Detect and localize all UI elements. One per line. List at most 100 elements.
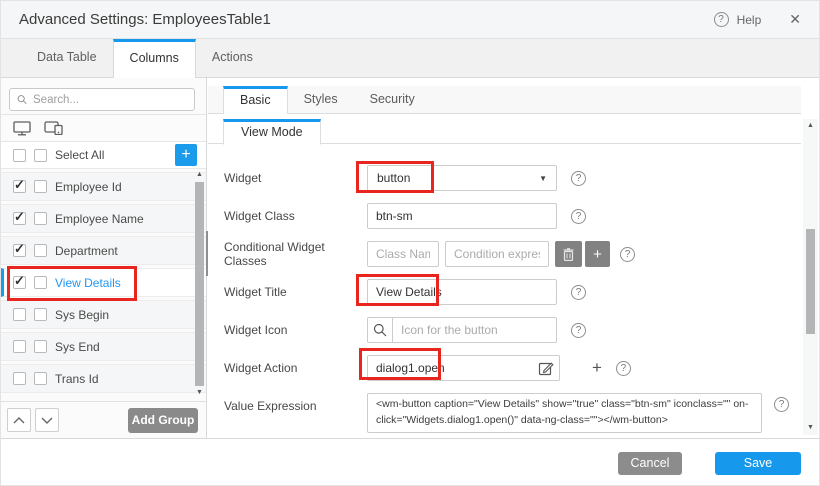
conditional-classes-row: Conditional Widget Classes + ? <box>224 241 789 267</box>
basic-settings-form: Widget button ▼ ? Widget Class ? Conditi… <box>224 144 789 433</box>
scrollbar-thumb[interactable] <box>195 182 204 386</box>
trash-icon <box>563 248 574 261</box>
cancel-button[interactable]: Cancel <box>618 452 682 475</box>
icon-search-button[interactable] <box>367 317 393 343</box>
mode-tab-strip: View Mode <box>208 119 801 144</box>
tab-security[interactable]: Security <box>354 86 431 113</box>
add-group-button[interactable]: Add Group <box>128 408 198 433</box>
column-label: Sys End <box>55 340 100 354</box>
settings-tab-bar: Basic Styles Security <box>208 86 801 114</box>
visible-checkbox[interactable] <box>13 244 26 257</box>
dialog-header: Advanced Settings: EmployeesTable1 ? Hel… <box>1 1 819 39</box>
widget-class-input[interactable] <box>367 203 557 229</box>
visible-checkbox[interactable] <box>13 340 26 353</box>
tab-basic[interactable]: Basic <box>223 86 288 114</box>
class-name-input[interactable] <box>367 241 439 267</box>
mobile-checkbox[interactable] <box>34 308 47 321</box>
edit-expression-icon[interactable] <box>538 360 554 376</box>
column-row-sys-begin[interactable]: Sys Begin <box>1 300 206 329</box>
chevron-down-icon: ▼ <box>539 174 547 183</box>
visible-checkbox[interactable] <box>13 180 26 193</box>
save-button[interactable]: Save <box>715 452 801 475</box>
tab-actions[interactable]: Actions <box>196 39 269 77</box>
delete-condition-button[interactable] <box>555 241 582 267</box>
search-box <box>9 88 195 111</box>
panel-scrollbar[interactable]: ▲ ▼ <box>803 119 818 435</box>
mobile-devices-icon[interactable] <box>44 121 63 135</box>
mobile-checkbox[interactable] <box>34 244 47 257</box>
column-label: Sys Begin <box>55 308 109 322</box>
conditional-classes-help-icon[interactable]: ? <box>620 247 635 262</box>
tab-columns[interactable]: Columns <box>113 39 196 78</box>
widget-icon-help-icon[interactable]: ? <box>571 323 586 338</box>
widget-action-input[interactable] <box>367 355 560 381</box>
dialog-body: Select All + Employee Id Employee Name <box>1 78 819 438</box>
visible-checkbox[interactable] <box>13 212 26 225</box>
select-all-row[interactable]: Select All + <box>1 142 206 169</box>
select-all-visible-checkbox[interactable] <box>13 149 26 162</box>
visible-checkbox[interactable] <box>13 308 26 321</box>
tab-view-mode[interactable]: View Mode <box>223 119 321 145</box>
column-row-employee-name[interactable]: Employee Name <box>1 204 206 233</box>
widget-action-row: Widget Action + ? <box>224 355 789 381</box>
condition-expression-input[interactable] <box>445 241 549 267</box>
tab-data-table[interactable]: Data Table <box>21 39 113 77</box>
column-row-view-details[interactable]: View Details <box>1 268 206 297</box>
value-expression-textarea[interactable]: <wm-button caption="View Details" show="… <box>367 393 762 433</box>
widget-select[interactable]: button ▼ <box>367 165 557 191</box>
columns-sidebar: Select All + Employee Id Employee Name <box>1 78 207 438</box>
sidebar-footer: Add Group <box>1 401 206 438</box>
widget-action-help-icon[interactable]: ? <box>616 361 631 376</box>
widget-class-row: Widget Class ? <box>224 203 789 229</box>
scroll-down-icon[interactable]: ▼ <box>194 388 205 398</box>
widget-icon-input[interactable] <box>393 317 557 343</box>
chevron-up-icon <box>13 417 25 424</box>
tab-styles[interactable]: Styles <box>288 86 354 113</box>
main-tab-bar: Data Table Columns Actions <box>1 39 819 78</box>
scrollbar-thumb[interactable] <box>806 229 815 334</box>
dialog-title: Advanced Settings: EmployeesTable1 <box>19 11 271 28</box>
value-expression-help-icon[interactable]: ? <box>774 397 789 412</box>
search-input[interactable] <box>33 94 187 106</box>
visible-checkbox[interactable] <box>13 372 26 385</box>
mobile-checkbox[interactable] <box>34 340 47 353</box>
column-label: View Details <box>55 276 121 290</box>
column-label: Trans Id <box>55 372 99 386</box>
add-condition-button[interactable]: + <box>585 241 610 267</box>
search-icon <box>17 93 27 106</box>
widget-title-input[interactable] <box>367 279 557 305</box>
column-label: Employee Id <box>55 180 122 194</box>
column-row-department[interactable]: Department <box>1 236 206 265</box>
select-all-label: Select All <box>55 148 104 162</box>
help-icon[interactable]: ? <box>714 12 729 27</box>
help-link[interactable]: Help <box>737 13 762 27</box>
chevron-down-icon <box>41 417 53 424</box>
scroll-up-icon[interactable]: ▲ <box>194 170 205 180</box>
widget-help-icon[interactable]: ? <box>571 171 586 186</box>
mobile-checkbox[interactable] <box>34 276 47 289</box>
visible-checkbox[interactable] <box>13 276 26 289</box>
mobile-checkbox[interactable] <box>34 372 47 385</box>
mobile-checkbox[interactable] <box>34 180 47 193</box>
scroll-down-icon[interactable]: ▼ <box>803 423 818 433</box>
mobile-checkbox[interactable] <box>34 212 47 225</box>
widget-action-field <box>367 355 560 381</box>
move-column-up-button[interactable] <box>7 408 31 432</box>
widget-class-help-icon[interactable]: ? <box>571 209 586 224</box>
column-row-employee-id[interactable]: Employee Id <box>1 172 206 201</box>
close-icon[interactable]: ✕ <box>789 11 801 28</box>
conditional-classes-label: Conditional Widget Classes <box>224 240 367 268</box>
scroll-up-icon[interactable]: ▲ <box>803 121 818 131</box>
column-row-sys-end[interactable]: Sys End <box>1 332 206 361</box>
add-action-icon[interactable]: + <box>592 358 602 378</box>
desktop-icon[interactable] <box>13 121 31 136</box>
column-row-trans-id[interactable]: Trans Id <box>1 364 206 393</box>
move-column-down-button[interactable] <box>35 408 59 432</box>
search-icon <box>373 323 387 337</box>
widget-title-help-icon[interactable]: ? <box>571 285 586 300</box>
widget-select-value: button <box>377 171 410 185</box>
column-label: Department <box>55 244 118 258</box>
select-all-mobile-checkbox[interactable] <box>34 149 47 162</box>
add-column-button[interactable]: + <box>175 144 197 166</box>
sidebar-scrollbar[interactable]: ▲ ▼ <box>194 170 205 398</box>
